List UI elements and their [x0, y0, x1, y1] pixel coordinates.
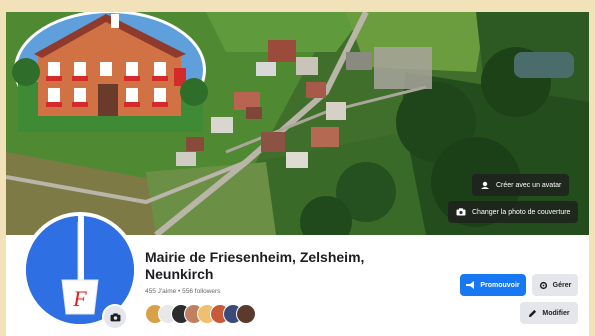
- edit-button[interactable]: Modifier: [520, 302, 578, 324]
- create-avatar-label: Créer avec un avatar: [496, 181, 562, 189]
- cover-photo[interactable]: Créer avec un avatar Changer la photo de…: [6, 12, 589, 235]
- facebook-page-header: Créer avec un avatar Changer la photo de…: [6, 12, 589, 336]
- change-cover-photo-label: Changer la photo de couverture: [472, 208, 571, 216]
- camera-icon: [456, 208, 466, 216]
- promote-button[interactable]: Promouvoir: [460, 274, 526, 296]
- edit-label: Modifier: [542, 309, 570, 317]
- change-cover-photo-button[interactable]: Changer la photo de couverture: [448, 201, 579, 223]
- megaphone-icon: [466, 281, 475, 289]
- promote-label: Promouvoir: [480, 281, 520, 289]
- pencil-icon: [529, 309, 537, 317]
- create-avatar-button[interactable]: Créer avec un avatar: [472, 174, 570, 196]
- manage-label: Gérer: [552, 281, 572, 289]
- avatar-icon: [481, 181, 489, 189]
- follower-avatar[interactable]: [236, 304, 256, 324]
- profile-photo-camera-button[interactable]: [102, 304, 128, 330]
- page-stats[interactable]: 455 J'aime • 556 followers: [145, 288, 220, 295]
- camera-icon: [110, 312, 120, 321]
- manage-button[interactable]: Gérer: [532, 274, 578, 296]
- logo-letter: F: [72, 286, 87, 311]
- page-title: Mairie de Friesenheim, Zelsheim, Neunkir…: [145, 249, 365, 282]
- gear-icon: [539, 281, 547, 289]
